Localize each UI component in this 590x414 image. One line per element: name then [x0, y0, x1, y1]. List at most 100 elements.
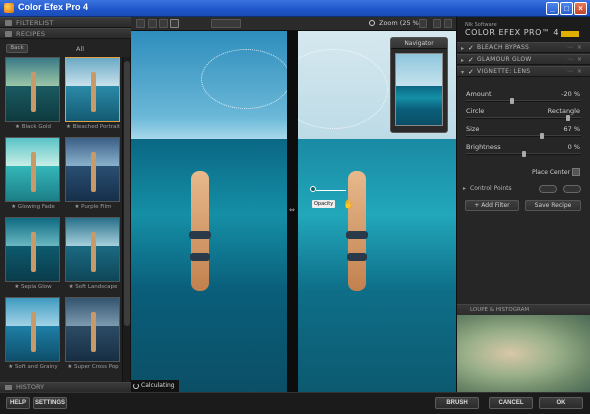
- recipe-thumbnail[interactable]: [65, 137, 120, 202]
- filter-row[interactable]: ▾ ✓ VIGNETTE: LENS ⋯ ×: [457, 66, 590, 77]
- recipes-label: RECIPES: [16, 30, 46, 38]
- thumbnail-figure: [31, 232, 36, 272]
- maximize-button[interactable]: □: [560, 2, 573, 15]
- settings-button[interactable]: SETTINGS: [33, 397, 67, 409]
- size-label: Size: [466, 125, 480, 133]
- image-preview[interactable]: ⇔ Navigator Opacity ✋ Calculating: [131, 31, 456, 392]
- view-single-button[interactable]: [136, 19, 145, 28]
- zoom-dropdown-button[interactable]: [419, 19, 427, 28]
- thumbnail-figure: [91, 72, 96, 112]
- brand-header: Nik Software COLOR EFEX PRO™ 4: [457, 17, 590, 42]
- recipe-label[interactable]: ★ Glowing Fade: [3, 204, 63, 210]
- amount-slider[interactable]: [466, 98, 581, 104]
- size-slider-knob[interactable]: [540, 133, 545, 139]
- filter-options-icon[interactable]: ⋯ ×: [567, 67, 583, 77]
- recipes-icon: [5, 31, 12, 37]
- recipe-label[interactable]: ★ Purple Film: [63, 204, 123, 210]
- recipe-thumbnail[interactable]: [5, 137, 60, 202]
- remove-control-point-button[interactable]: [563, 185, 581, 193]
- control-point-handle[interactable]: [310, 186, 316, 192]
- filter-enabled-checkbox[interactable]: ✓: [468, 43, 474, 53]
- circle-label: Circle: [466, 107, 485, 115]
- pin-button[interactable]: [433, 19, 441, 28]
- recipe-thumbnail[interactable]: [5, 297, 60, 362]
- view-side-by-side-button[interactable]: [159, 19, 168, 28]
- recipe-label[interactable]: ★ Super Cross Pop: [63, 364, 123, 370]
- control-point-size-slider[interactable]: [316, 190, 346, 191]
- back-button[interactable]: Back: [6, 44, 28, 53]
- brightness-slider-knob[interactable]: [521, 151, 526, 157]
- filter-row[interactable]: ▸ ✓ BLEACH BYPASS ⋯ ×: [457, 42, 590, 53]
- filterlist-label: FILTERLIST: [16, 19, 54, 27]
- thumbnail-figure: [91, 152, 96, 192]
- recipe-thumbnail[interactable]: [65, 297, 120, 362]
- ok-button[interactable]: OK: [539, 397, 583, 409]
- expand-arrow-icon: ▸: [463, 185, 467, 192]
- control-point[interactable]: Opacity ✋: [308, 186, 358, 216]
- expand-arrow-icon[interactable]: ▸: [461, 56, 464, 66]
- history-icon: [5, 385, 12, 390]
- brush-button[interactable]: BRUSH: [435, 397, 479, 409]
- recipe-label[interactable]: ★ Sepia Glow: [3, 284, 63, 290]
- brightness-value: 0 %: [567, 143, 580, 151]
- thumbnail-figure: [91, 232, 96, 272]
- expand-arrow-icon[interactable]: ▸: [461, 44, 464, 54]
- brand-badge-icon: [561, 31, 579, 37]
- add-filter-button[interactable]: + Add Filter: [465, 200, 519, 211]
- filter-enabled-checkbox[interactable]: ✓: [468, 67, 474, 77]
- loupe-view: [457, 315, 590, 392]
- close-button[interactable]: ×: [574, 2, 587, 15]
- save-recipe-button[interactable]: Save Recipe: [525, 200, 581, 211]
- navigator-thumbnail[interactable]: [395, 53, 443, 126]
- filter-options-icon[interactable]: ⋯ ×: [567, 43, 583, 53]
- toolbar-dropdown[interactable]: [211, 19, 241, 28]
- thumbnail-figure: [31, 72, 36, 112]
- brightness-slider[interactable]: [466, 151, 581, 157]
- filter-name: GLAMOUR GLOW: [477, 56, 532, 63]
- split-divider-handle[interactable]: ⇔: [289, 206, 296, 216]
- history-label: HISTORY: [16, 383, 45, 391]
- recipe-label[interactable]: ★ Bleached Portrait: [63, 124, 123, 130]
- help-button[interactable]: HELP: [6, 397, 30, 409]
- hand-cursor-icon: ✋: [343, 200, 355, 210]
- amount-label: Amount: [466, 90, 492, 98]
- recipe-thumbnail[interactable]: [65, 217, 120, 282]
- recipes-scrollbar[interactable]: [122, 57, 130, 382]
- size-slider[interactable]: [466, 133, 581, 139]
- filter-name: BLEACH BYPASS: [477, 44, 530, 51]
- circle-slider[interactable]: [466, 115, 581, 121]
- add-control-point-button[interactable]: [539, 185, 557, 193]
- amount-slider-knob[interactable]: [510, 98, 515, 104]
- recipe-thumbnail[interactable]: [65, 57, 120, 122]
- recipe-thumbnail[interactable]: [5, 217, 60, 282]
- navigator-title: Navigator: [391, 38, 447, 49]
- scrollbar-thumb[interactable]: [124, 61, 130, 326]
- navigator-panel[interactable]: Navigator: [390, 37, 448, 133]
- history-header[interactable]: HISTORY: [0, 382, 131, 392]
- cancel-button[interactable]: CANCEL: [489, 397, 533, 409]
- circle-slider-knob[interactable]: [565, 115, 570, 121]
- recipes-header[interactable]: RECIPES: [0, 28, 131, 39]
- background-toggle-button[interactable]: [444, 19, 452, 28]
- place-center-button[interactable]: [572, 168, 580, 176]
- filter-options-icon[interactable]: ⋯ ×: [567, 55, 583, 65]
- view-split-button[interactable]: [148, 19, 157, 28]
- recipe-label[interactable]: ★ Soft Landscape: [63, 284, 123, 290]
- zoom-label: Zoom (25 %): [379, 19, 422, 27]
- opacity-tag[interactable]: Opacity: [312, 200, 336, 208]
- filterlist-header[interactable]: FILTERLIST: [0, 17, 131, 28]
- recipe-label[interactable]: ★ Black Gold: [3, 124, 63, 130]
- window-title: Color Efex Pro 4: [18, 2, 89, 12]
- expand-arrow-icon[interactable]: ▾: [461, 68, 464, 78]
- calculating-status: Calculating: [131, 380, 179, 392]
- minimize-button[interactable]: _: [546, 2, 559, 15]
- recipe-thumbnail[interactable]: [5, 57, 60, 122]
- control-points-row[interactable]: ▸ Control Points: [457, 183, 590, 195]
- filter-row[interactable]: ▸ ✓ GLAMOUR GLOW ⋯ ×: [457, 54, 590, 65]
- filter-enabled-checkbox[interactable]: ✓: [468, 55, 474, 65]
- recipe-label[interactable]: ★ Soft and Grainy: [3, 364, 63, 370]
- window-titlebar: Color Efex Pro 4 _ □ ×: [0, 0, 590, 17]
- loupe-histogram-header[interactable]: LOUPE & HISTOGRAM: [457, 304, 590, 315]
- zoom-control[interactable]: Zoom (25 %): [367, 18, 423, 29]
- view-compare-button[interactable]: [170, 19, 179, 28]
